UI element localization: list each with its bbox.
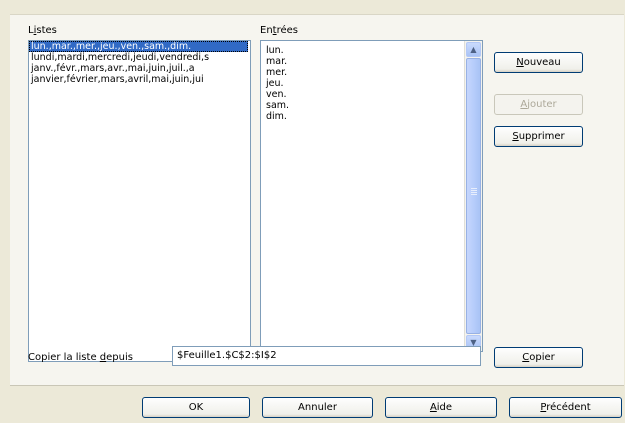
entry-line: jeu.: [266, 78, 284, 89]
sort-lists-panel: Listes lun.,mar.,mer.,jeu.,ven.,sam.,dim…: [10, 14, 624, 386]
scroll-thumb[interactable]: [466, 58, 481, 334]
cancel-button[interactable]: Annuler: [262, 397, 373, 418]
entries-scrollbar[interactable]: ▲ ▼: [464, 41, 482, 351]
delete-button[interactable]: Supprimer: [494, 126, 583, 147]
list-item[interactable]: lundi,mardi,mercredi,jeudi,vendredi,s: [29, 52, 250, 63]
entry-line: sam.: [266, 100, 290, 111]
list-item[interactable]: janv.,févr.,mars,avr.,mai,juin,juil.,a: [29, 63, 250, 74]
help-button[interactable]: Aide: [385, 397, 497, 418]
lists-listbox[interactable]: lun.,mar.,mer.,jeu.,ven.,sam.,dim. lundi…: [28, 40, 251, 362]
entries-label: Entrées: [260, 25, 298, 36]
list-item[interactable]: lun.,mar.,mer.,jeu.,ven.,sam.,dim.: [29, 41, 248, 52]
list-item[interactable]: janvier,février,mars,avril,mai,juin,jui: [29, 74, 250, 85]
entries-textarea[interactable]: lun. mar. mer. jeu. ven. sam. dim. ▲ ▼: [260, 40, 483, 352]
lists-label: Listes: [28, 25, 57, 36]
new-button[interactable]: Nouveau: [494, 52, 583, 73]
entry-line: dim.: [266, 111, 287, 122]
ok-button[interactable]: OK: [142, 397, 250, 418]
entry-line: mer.: [266, 67, 288, 78]
previous-button[interactable]: Précédent: [509, 397, 622, 418]
copy-from-label: Copier la liste depuis: [28, 352, 133, 363]
copy-button[interactable]: Copier: [494, 347, 583, 368]
entry-line: mar.: [266, 56, 288, 67]
scroll-up-icon[interactable]: ▲: [466, 42, 481, 57]
add-button[interactable]: Ajouter: [494, 94, 583, 115]
copy-from-field[interactable]: $Feuille1.$C$2:$I$2: [172, 346, 481, 366]
entry-line: lun.: [266, 45, 284, 56]
entry-line: ven.: [266, 89, 287, 100]
